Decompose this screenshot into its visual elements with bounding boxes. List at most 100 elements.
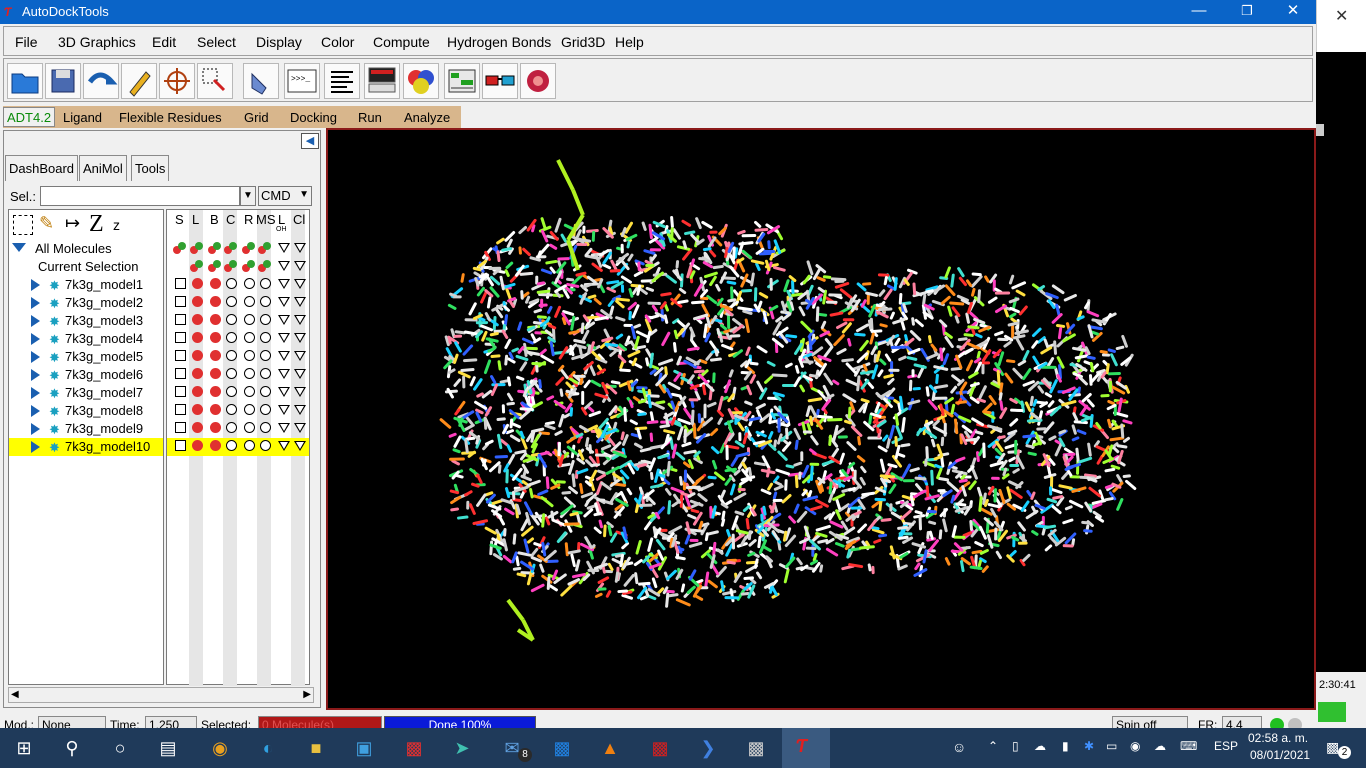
ball-stick-toggle[interactable] bbox=[210, 404, 221, 415]
display-toggle[interactable] bbox=[244, 314, 255, 325]
menu-file[interactable]: File bbox=[15, 34, 38, 50]
display-toggle[interactable] bbox=[260, 440, 271, 451]
display-toggle[interactable] bbox=[244, 278, 255, 289]
partial-dot-icon[interactable] bbox=[263, 260, 271, 268]
display-toggle[interactable] bbox=[226, 404, 237, 415]
display-toggle[interactable] bbox=[260, 296, 271, 307]
menu-3d-graphics[interactable]: 3D Graphics bbox=[58, 34, 136, 50]
ball-stick-toggle[interactable] bbox=[210, 314, 221, 325]
cloud-icon[interactable]: ☁ bbox=[1034, 739, 1046, 753]
people-icon[interactable]: ☺ bbox=[952, 739, 966, 755]
tab-run[interactable]: Run bbox=[358, 110, 382, 125]
label-toggle-icon[interactable] bbox=[278, 351, 290, 361]
show-checkbox[interactable] bbox=[175, 296, 186, 307]
lines-toggle[interactable] bbox=[192, 368, 203, 379]
expand-arrow-icon[interactable] bbox=[31, 387, 40, 399]
column-header-c[interactable]: C bbox=[226, 212, 235, 227]
terminal-icon[interactable]: >>>_ bbox=[284, 63, 320, 99]
label-toggle-icon[interactable] bbox=[278, 297, 290, 307]
display-toggle[interactable] bbox=[260, 350, 271, 361]
column-header-l2[interactable]: L bbox=[278, 212, 285, 227]
distance-icon[interactable]: ↦ bbox=[65, 213, 80, 234]
color-toggle-icon[interactable] bbox=[294, 297, 306, 307]
collapse-panel-button[interactable]: ◀ bbox=[301, 133, 319, 149]
molecule-row[interactable]: ✸ 7k3g_model2 bbox=[9, 294, 163, 312]
label-toggle-icon[interactable] bbox=[278, 333, 290, 343]
partial-dot-icon[interactable] bbox=[178, 242, 186, 250]
menu-edit[interactable]: Edit bbox=[152, 34, 176, 50]
column-header-r[interactable]: R bbox=[244, 212, 253, 227]
keyboard-icon[interactable]: ⌨ bbox=[1180, 739, 1197, 753]
display-toggle[interactable] bbox=[244, 404, 255, 415]
powershell-icon[interactable]: ❯ bbox=[692, 732, 724, 764]
display-toggle[interactable] bbox=[226, 368, 237, 379]
language-indicator[interactable]: ESP bbox=[1214, 739, 1238, 753]
save-icon[interactable] bbox=[45, 63, 81, 99]
undo-icon[interactable] bbox=[83, 63, 119, 99]
label-toggle-icon[interactable] bbox=[278, 423, 290, 433]
color-toggle-icon[interactable] bbox=[294, 369, 306, 379]
menu-grid3d[interactable]: Grid3D bbox=[561, 34, 605, 50]
color-toggle-icon[interactable] bbox=[294, 387, 306, 397]
color-toggle-icon[interactable] bbox=[294, 441, 306, 451]
side-close-icon[interactable]: ✕ bbox=[1335, 6, 1348, 26]
tray-chevron-icon[interactable]: ⌃ bbox=[988, 739, 998, 753]
partial-dot-icon[interactable] bbox=[195, 260, 203, 268]
display-toggle[interactable] bbox=[244, 350, 255, 361]
restore-button[interactable]: ❐ bbox=[1224, 0, 1270, 24]
display-toggle[interactable] bbox=[260, 404, 271, 415]
lines-toggle[interactable] bbox=[192, 440, 203, 451]
display-toggle[interactable] bbox=[226, 422, 237, 433]
ball-stick-toggle[interactable] bbox=[210, 440, 221, 451]
ball-stick-toggle[interactable] bbox=[210, 332, 221, 343]
tab-animol[interactable]: AniMol bbox=[79, 155, 127, 181]
molecule-row[interactable]: ✸ 7k3g_model8 bbox=[9, 402, 163, 420]
molecule-row[interactable]: ✸ 7k3g_model7 bbox=[9, 384, 163, 402]
label-toggle-icon[interactable] bbox=[278, 315, 290, 325]
task-view-icon[interactable]: ▤ bbox=[152, 732, 184, 764]
show-checkbox[interactable] bbox=[175, 404, 186, 415]
lines-toggle[interactable] bbox=[192, 332, 203, 343]
show-checkbox[interactable] bbox=[175, 332, 186, 343]
tab-tools[interactable]: Tools bbox=[131, 155, 170, 181]
display-toggle[interactable] bbox=[260, 386, 271, 397]
color-toggle-icon[interactable] bbox=[294, 333, 306, 343]
label-toggle-icon[interactable] bbox=[278, 279, 290, 289]
column-header-cl[interactable]: Cl bbox=[293, 212, 305, 227]
label-toggle-icon[interactable] bbox=[278, 441, 290, 451]
expand-arrow-icon[interactable] bbox=[31, 297, 40, 309]
menu-color[interactable]: Color bbox=[321, 34, 354, 50]
display-toggle[interactable] bbox=[226, 350, 237, 361]
display-toggle[interactable] bbox=[226, 440, 237, 451]
label-toggle-icon[interactable] bbox=[278, 405, 290, 415]
lines-toggle[interactable] bbox=[192, 386, 203, 397]
target-icon[interactable] bbox=[159, 63, 195, 99]
molecule-row[interactable]: ✸ 7k3g_model9 bbox=[9, 420, 163, 438]
zoom-z-small-icon[interactable]: z bbox=[113, 217, 120, 233]
partial-dot-icon[interactable] bbox=[213, 242, 221, 250]
display-toggle[interactable] bbox=[244, 332, 255, 343]
tab-dashboard[interactable]: DashBoard bbox=[5, 155, 79, 181]
partial-dot-icon[interactable] bbox=[229, 260, 237, 268]
color-toggle-icon[interactable] bbox=[294, 351, 306, 361]
edge-icon[interactable]: ◐ bbox=[252, 732, 284, 764]
color-toggle-icon[interactable] bbox=[294, 423, 306, 433]
render-icon[interactable] bbox=[520, 63, 556, 99]
select-box-icon[interactable] bbox=[13, 215, 33, 235]
pencil-icon[interactable] bbox=[121, 63, 157, 99]
display-toggle[interactable] bbox=[244, 296, 255, 307]
panel-icon[interactable] bbox=[444, 63, 480, 99]
color-toggle-icon[interactable] bbox=[294, 315, 306, 325]
label-toggle-icon[interactable] bbox=[278, 369, 290, 379]
ball-stick-toggle[interactable] bbox=[210, 278, 221, 289]
menu-display[interactable]: Display bbox=[256, 34, 302, 50]
partial-dot-icon[interactable] bbox=[229, 242, 237, 250]
scroll-right-icon[interactable]: ▶ bbox=[303, 689, 311, 700]
display-toggle[interactable] bbox=[244, 368, 255, 379]
expand-arrow-icon[interactable] bbox=[31, 315, 40, 327]
outlook-icon[interactable]: ▩ bbox=[546, 732, 578, 764]
molecule-row[interactable]: ✸ 7k3g_model10 bbox=[9, 438, 163, 456]
expand-arrow-icon[interactable] bbox=[31, 405, 40, 417]
show-checkbox[interactable] bbox=[175, 278, 186, 289]
search-icon[interactable]: ⚲ bbox=[56, 732, 88, 764]
